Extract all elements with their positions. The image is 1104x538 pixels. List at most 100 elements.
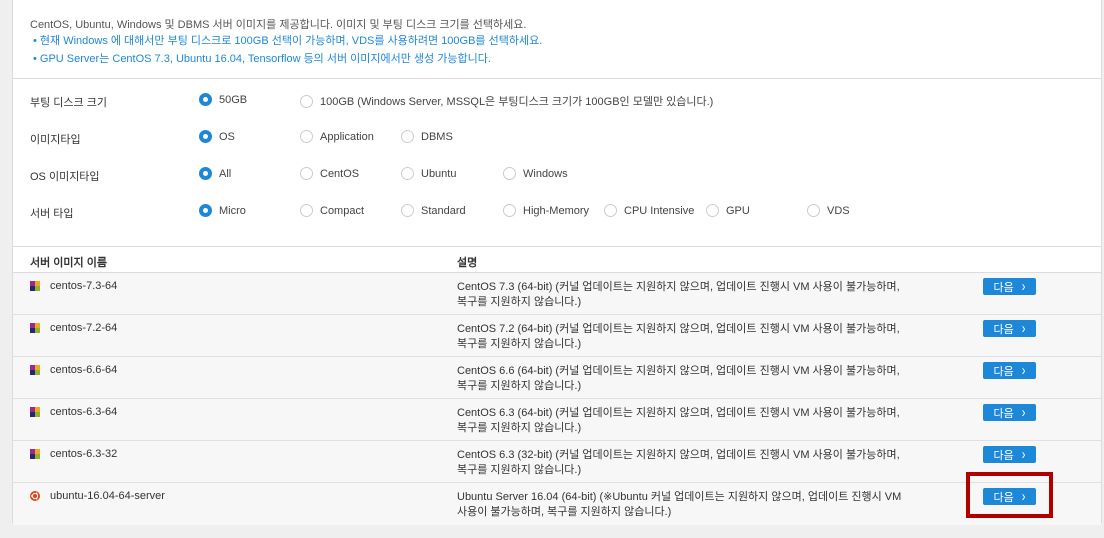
next-button[interactable]: 다음 ›: [983, 362, 1036, 379]
image-type-row: 이미지타입 OS Application DBMS: [13, 128, 1101, 148]
description-line: CentOS 6.6 (64-bit) (커널 업데이트는 지원하지 않으며, …: [457, 365, 900, 377]
server-type-radio-vds[interactable]: VDS: [807, 204, 850, 217]
radio-circle: [199, 130, 212, 143]
chevron-right-icon: ›: [1021, 362, 1026, 379]
os-image-type-row: OS 이미지타입 All CentOS Ubuntu Windows: [13, 165, 1101, 185]
radio-circle: [401, 204, 414, 217]
next-button[interactable]: 다음 ›: [983, 488, 1036, 505]
server-type-radio-micro[interactable]: Micro: [199, 204, 246, 217]
next-button-label: 다음: [993, 365, 1014, 378]
table-header: 서버 이미지 이름 설명: [13, 247, 1101, 273]
centos-icon: [30, 365, 40, 375]
radio-circle: [807, 204, 820, 217]
description-line: 사용이 불가능하며, 복구를 지원하지 않습니다.): [457, 506, 672, 518]
next-button-label: 다음: [993, 407, 1014, 420]
image-description: CentOS 6.3 (32-bit) (커널 업데이트는 지원하지 않으며, …: [457, 448, 917, 478]
description-line: 복구를 지원하지 않습니다.): [457, 338, 582, 350]
server-type-radio-compact[interactable]: Compact: [300, 204, 364, 217]
table-row[interactable]: centos-7.2-64 CentOS 7.2 (64-bit) (커널 업데…: [13, 315, 1101, 357]
centos-icon: [30, 449, 40, 459]
image-description: CentOS 7.2 (64-bit) (커널 업데이트는 지원하지 않으며, …: [457, 322, 917, 352]
os-image-type-radio-ubuntu[interactable]: Ubuntu: [401, 167, 456, 180]
ubuntu-icon: [30, 491, 40, 501]
next-button[interactable]: 다음 ›: [983, 446, 1036, 463]
chevron-right-icon: ›: [1021, 446, 1026, 463]
image-name: centos-6.3-64: [50, 406, 118, 418]
radio-circle: [503, 204, 516, 217]
next-button-label: 다음: [993, 449, 1014, 462]
next-button-label: 다음: [993, 491, 1014, 504]
boot-disk-label: 부팅 디스크 크기: [30, 97, 107, 109]
image-type-radio-os[interactable]: OS: [199, 130, 235, 143]
radio-circle: [199, 204, 212, 217]
server-image-table: 서버 이미지 이름 설명 centos-7.3-64 CentOS 7.3 (6…: [12, 247, 1102, 525]
server-type-radio-standard[interactable]: Standard: [401, 204, 466, 217]
chevron-right-icon: ›: [1021, 278, 1026, 295]
boot-disk-row: 부팅 디스크 크기 50GB 100GB (Windows Server, MS…: [13, 91, 1101, 111]
description-line: CentOS 7.2 (64-bit) (커널 업데이트는 지원하지 않으며, …: [457, 323, 900, 335]
radio-circle: [401, 167, 414, 180]
description-line: 복구를 지원하지 않습니다.): [457, 422, 582, 434]
image-description: CentOS 6.3 (64-bit) (커널 업데이트는 지원하지 않으며, …: [457, 406, 917, 436]
chevron-right-icon: ›: [1021, 320, 1026, 337]
server-type-label: 서버 타입: [30, 208, 74, 220]
description-line: CentOS 7.3 (64-bit) (커널 업데이트는 지원하지 않으며, …: [457, 281, 900, 293]
image-description: CentOS 7.3 (64-bit) (커널 업데이트는 지원하지 않으며, …: [457, 280, 917, 310]
radio-circle: [300, 130, 313, 143]
radio-circle: [604, 204, 617, 217]
image-type-radio-application[interactable]: Application: [300, 130, 374, 143]
radio-circle: [706, 204, 719, 217]
os-image-type-radio-centos[interactable]: CentOS: [300, 167, 359, 180]
chevron-right-icon: ›: [1021, 404, 1026, 421]
description-line: CentOS 6.3 (64-bit) (커널 업데이트는 지원하지 않으며, …: [457, 407, 900, 419]
boot-disk-radio-50gb[interactable]: 50GB: [199, 93, 247, 106]
filter-options: 부팅 디스크 크기 50GB 100GB (Windows Server, MS…: [12, 79, 1102, 247]
next-button[interactable]: 다음 ›: [983, 278, 1036, 295]
radio-circle: [300, 94, 313, 108]
description-line: Ubuntu Server 16.04 (64-bit) (※Ubuntu 커널…: [457, 491, 902, 503]
image-name: centos-6.3-32: [50, 448, 118, 460]
chevron-right-icon: ›: [1021, 488, 1026, 505]
centos-icon: [30, 281, 40, 291]
server-type-radio-gpu[interactable]: GPU: [706, 204, 750, 217]
table-row[interactable]: ubuntu-16.04-64-server Ubuntu Server 16.…: [13, 483, 1101, 525]
description-line: 복구를 지원하지 않습니다.): [457, 464, 582, 476]
os-image-type-label: OS 이미지타입: [30, 171, 100, 183]
info-text: CentOS, Ubuntu, Windows 및 DBMS 서버 이미지를 제…: [30, 19, 527, 31]
table-row[interactable]: centos-6.6-64 CentOS 6.6 (64-bit) (커널 업데…: [13, 357, 1101, 399]
radio-circle: [199, 93, 212, 106]
centos-icon: [30, 407, 40, 417]
next-button-label: 다음: [993, 323, 1014, 336]
image-type-radio-dbms[interactable]: DBMS: [401, 130, 453, 143]
image-description: CentOS 6.6 (64-bit) (커널 업데이트는 지원하지 않으며, …: [457, 364, 917, 394]
radio-circle: [503, 167, 516, 180]
next-button[interactable]: 다음 ›: [983, 320, 1036, 337]
column-header-desc: 설명: [457, 257, 478, 269]
table-row[interactable]: centos-6.3-64 CentOS 6.3 (64-bit) (커널 업데…: [13, 399, 1101, 441]
description-line: CentOS 6.3 (32-bit) (커널 업데이트는 지원하지 않으며, …: [457, 449, 900, 461]
image-type-label: 이미지타입: [30, 134, 81, 146]
server-type-row: 서버 타입 Micro Compact Standard High-Memory…: [13, 202, 1101, 222]
description-line: 복구를 지원하지 않습니다.): [457, 380, 582, 392]
server-type-radio-cpu-intensive[interactable]: CPU Intensive: [604, 204, 694, 217]
centos-icon: [30, 323, 40, 333]
image-name: ubuntu-16.04-64-server: [50, 490, 165, 502]
os-image-type-radio-windows[interactable]: Windows: [503, 167, 568, 180]
server-type-radio-high-memory[interactable]: High-Memory: [503, 204, 589, 217]
radio-circle: [401, 130, 414, 143]
radio-circle: [300, 204, 313, 217]
boot-disk-radio-100gb[interactable]: 100GB (Windows Server, MSSQL은 부팅디스크 크기가 …: [300, 93, 713, 109]
column-header-name: 서버 이미지 이름: [30, 257, 107, 269]
radio-circle: [300, 167, 313, 180]
table-row[interactable]: centos-7.3-64 CentOS 7.3 (64-bit) (커널 업데…: [13, 273, 1101, 315]
next-button-label: 다음: [993, 281, 1014, 294]
table-row[interactable]: centos-6.3-32 CentOS 6.3 (32-bit) (커널 업데…: [13, 441, 1101, 483]
info-panel: CentOS, Ubuntu, Windows 및 DBMS 서버 이미지를 제…: [12, 0, 1102, 79]
image-description: Ubuntu Server 16.04 (64-bit) (※Ubuntu 커널…: [457, 490, 917, 520]
image-name: centos-7.2-64: [50, 322, 118, 334]
info-note-windows: • 현재 Windows 에 대해서만 부팅 디스크로 100GB 선택이 가능…: [33, 35, 543, 47]
image-name: centos-6.6-64: [50, 364, 118, 376]
info-note-gpu: • GPU Server는 CentOS 7.3, Ubuntu 16.04, …: [33, 53, 491, 65]
os-image-type-radio-all[interactable]: All: [199, 167, 231, 180]
next-button[interactable]: 다음 ›: [983, 404, 1036, 421]
